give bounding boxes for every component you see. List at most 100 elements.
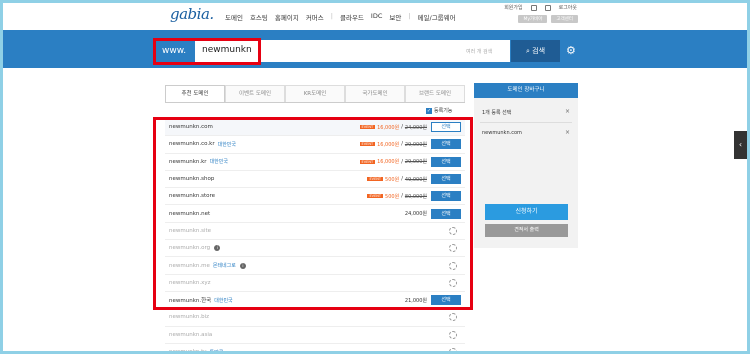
- register-filter[interactable]: ✓ 등록기능: [426, 107, 452, 114]
- support-button[interactable]: 고객센터: [551, 15, 578, 23]
- event-badge: EVENT: [359, 159, 376, 164]
- multi-search-hint[interactable]: 여러 개 검색: [466, 48, 492, 55]
- apply-button[interactable]: 신청하기: [485, 204, 568, 220]
- nav-item[interactable]: IDC: [371, 12, 382, 22]
- nav-item[interactable]: 도메인: [225, 12, 243, 22]
- price-sep: /: [401, 176, 403, 183]
- domain-name: newmunkn.com: [169, 124, 213, 131]
- loading-spinner-icon: [449, 313, 457, 322]
- domain-row: newmunkn.org i: [165, 240, 465, 258]
- price-value: 21,000원: [404, 297, 427, 304]
- select-button[interactable]: 선택: [431, 191, 461, 202]
- domain-name: newmunkn.net: [169, 210, 211, 217]
- domain-result-list: newmunkn.com EVENT 16,000원/24,000원 선택 newmun…: [165, 119, 465, 354]
- select-button[interactable]: 선택: [431, 139, 461, 150]
- price-sep: /: [401, 158, 403, 165]
- tab-kr[interactable]: KR도메인: [285, 85, 345, 102]
- bell-icon[interactable]: [530, 4, 537, 11]
- tab-country[interactable]: 국가도메인: [345, 85, 405, 102]
- event-badge: EVENT: [359, 125, 376, 130]
- gear-icon[interactable]: ⚙: [566, 44, 576, 57]
- logout-link[interactable]: 로그아웃: [559, 4, 577, 11]
- domain-row: newmunkn.biz: [165, 309, 465, 327]
- close-icon[interactable]: ×: [565, 108, 570, 115]
- domain-row: newmunkn.kr 대한민국 EVENT 16,000원/29,000원 선택: [165, 154, 465, 171]
- gabia-logo[interactable]: gabia.: [170, 5, 214, 23]
- search-button[interactable]: ⌕ 검색: [511, 40, 560, 62]
- country-tag[interactable]: 투발루: [210, 349, 224, 354]
- cart-icon[interactable]: [544, 4, 551, 11]
- domain-row: newmunkn.xyz: [165, 275, 465, 292]
- search-button-label: 검색: [532, 47, 546, 55]
- domain-row: newmunkn.co.kr 대한민국 EVENT 16,000원/29,000원 선택: [165, 136, 465, 154]
- select-button[interactable]: 선택: [431, 156, 461, 167]
- util-buttons: My가비아 고객센터: [518, 15, 578, 23]
- price-info: EVENT 16,000원/24,000원: [359, 124, 427, 131]
- country-tag[interactable]: 몬테네그로: [213, 262, 236, 269]
- price-sep: /: [401, 124, 403, 131]
- tab-recommended[interactable]: 추천 도메인: [165, 85, 225, 102]
- original-price: 29,000원: [404, 159, 427, 166]
- loading-spinner-icon: [449, 261, 457, 270]
- price-info: EVENT 16,000원/29,000원: [359, 141, 427, 148]
- info-icon[interactable]: i: [239, 262, 246, 269]
- domain-name: newmunkn.asia: [169, 331, 213, 338]
- domain-name: newmunkn.kr: [169, 158, 207, 165]
- domain-row: newmunkn.tv 투발루: [165, 344, 465, 354]
- domain-row: newmunkn.net 24,000원 선택: [165, 205, 465, 223]
- domain-name: newmunkn.store: [169, 193, 216, 200]
- quote-button[interactable]: 견적서 출력: [485, 224, 568, 237]
- info-icon[interactable]: i: [214, 245, 221, 252]
- nav-item[interactable]: 보안: [389, 12, 401, 22]
- original-price: 29,000원: [404, 141, 427, 148]
- tab-brand[interactable]: 브랜드 도메인: [405, 85, 465, 102]
- nav-item[interactable]: 메일/그룹웨어: [418, 12, 456, 22]
- price-value: 500원: [385, 193, 400, 200]
- price-value: 16,000원: [377, 159, 400, 166]
- cart-divider: [480, 122, 572, 123]
- remove-item-icon[interactable]: ×: [565, 129, 570, 136]
- nav-item[interactable]: 홈페이지: [275, 12, 299, 22]
- domain-row: newmunkn.asia: [165, 327, 465, 344]
- country-tag[interactable]: 대한민국: [218, 141, 236, 148]
- price-info: EVENT 500원/80,000원: [367, 193, 427, 200]
- select-button[interactable]: 선택: [431, 174, 461, 185]
- register-filter-label: 등록기능: [434, 108, 453, 114]
- domain-row: newmunkn.store EVENT 500원/80,000원 선택: [165, 188, 465, 206]
- loading-spinner-icon: [449, 244, 457, 253]
- original-price: 49,000원: [404, 176, 427, 183]
- loading-spinner-icon: [449, 278, 457, 287]
- price-value: 16,000원: [377, 124, 400, 131]
- event-badge: EVENT: [367, 177, 384, 182]
- tab-event[interactable]: 이벤트 도메인: [225, 85, 285, 102]
- signup-link[interactable]: 회원가입: [504, 4, 522, 11]
- nav-item[interactable]: 호스팅: [250, 12, 268, 22]
- country-tag[interactable]: 대한민국: [210, 158, 228, 165]
- domain-row: newmunkn.com EVENT 16,000원/24,000원 선택: [165, 119, 465, 137]
- top-header: gabia. 도메인 호스팅 홈페이지 커머스 | 클라우드 IDC 보안 | 메일/그룹웨어 회…: [0, 0, 750, 30]
- select-button[interactable]: 선택: [431, 208, 461, 219]
- price-value: 500원: [385, 176, 400, 183]
- select-button[interactable]: 선택: [431, 122, 461, 133]
- side-collapse-tab[interactable]: ‹: [734, 131, 747, 159]
- chevron-left-icon: ‹: [738, 140, 743, 149]
- cart-title: 도메인 장바구니: [474, 83, 578, 98]
- price-value: 24,000원: [404, 211, 427, 218]
- checkbox-icon[interactable]: ✓: [426, 107, 432, 114]
- price-info: 24,000원: [405, 210, 427, 217]
- nav-separator: |: [408, 12, 411, 20]
- loading-spinner-icon: [449, 330, 457, 339]
- loading-spinner-icon: [449, 226, 457, 235]
- search-input[interactable]: newmunkn: [202, 45, 252, 55]
- price-info: 21,000원: [405, 297, 427, 304]
- event-badge: EVENT: [367, 194, 384, 199]
- my-gabia-button[interactable]: My가비아: [518, 15, 548, 23]
- country-tag[interactable]: 대한민국: [214, 297, 232, 304]
- select-button[interactable]: 선택: [431, 295, 461, 306]
- nav-separator: |: [330, 12, 333, 20]
- price-value: 16,000원: [377, 141, 400, 148]
- nav-item[interactable]: 클라우드: [340, 12, 364, 22]
- nav-item[interactable]: 커머스: [306, 12, 324, 22]
- domain-tabs: 추천 도메인 이벤트 도메인 KR도메인 국가도메인 브랜드 도메인: [165, 85, 465, 103]
- domain-row: newmunkn.site: [165, 223, 465, 241]
